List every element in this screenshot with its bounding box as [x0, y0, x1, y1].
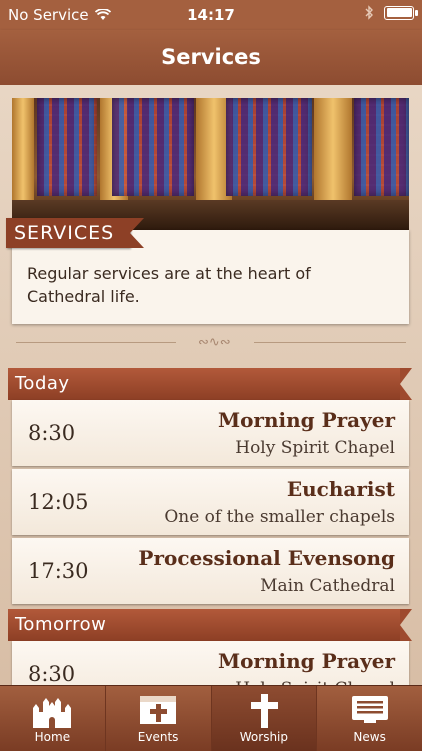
event-title: Morning Prayer [217, 408, 395, 432]
tab-label: News [353, 730, 386, 744]
event-place: Holy Spirit Chapel [235, 438, 395, 458]
cross-icon [250, 694, 278, 728]
event-time: 8:30 [28, 421, 76, 445]
battery-icon [384, 5, 418, 20]
event-title: Processional Evensong [138, 546, 395, 570]
section-ribbon-services: SERVICES [6, 218, 145, 248]
section-title: Today [15, 373, 70, 394]
bluetooth-icon [365, 5, 373, 20]
event-place: One of the smaller chapels [164, 507, 395, 527]
flourish-icon: ∾∿∾ [198, 335, 231, 350]
hero-image [12, 98, 409, 230]
event-row[interactable]: 12:05 Eucharist One of the smaller chape… [12, 469, 409, 535]
tab-label: Events [137, 730, 179, 744]
tab-bar: Home Events Worship News [0, 685, 422, 751]
section-header-today: Today [8, 368, 412, 400]
event-title: Eucharist [286, 477, 395, 501]
event-place: Main Cathedral [260, 576, 395, 596]
event-row[interactable]: 8:30 Morning Prayer Holy Spirit Chapel [12, 400, 409, 466]
tab-label: Home [34, 730, 71, 744]
intro-text: Regular services are at the heart of Cat… [27, 264, 311, 306]
tab-home[interactable]: Home [0, 686, 106, 751]
tab-news[interactable]: News [317, 686, 422, 751]
section-header-tomorrow: Tomorrow [8, 609, 412, 641]
status-bar: No Service 14:17 [0, 0, 422, 30]
event-title: Morning Prayer [217, 649, 395, 673]
newspaper-icon [351, 696, 388, 723]
section-title: Tomorrow [15, 614, 107, 635]
tab-label: Worship [239, 730, 288, 744]
nav-bar: Services [0, 30, 422, 85]
event-time: 17:30 [28, 559, 89, 583]
event-row[interactable]: 17:30 Processional Evensong Main Cathedr… [12, 538, 409, 604]
status-right [365, 5, 418, 20]
status-time: 14:17 [187, 6, 235, 24]
page-title: Services [161, 45, 261, 69]
ribbon-label: SERVICES [14, 222, 115, 244]
tab-events[interactable]: Events [106, 686, 212, 751]
event-time: 12:05 [28, 490, 89, 514]
calendar-cross-icon [140, 696, 177, 724]
tab-worship[interactable]: Worship [211, 686, 318, 751]
ornament-divider: ∾∿∾ [16, 335, 406, 350]
cathedral-icon [33, 698, 72, 728]
